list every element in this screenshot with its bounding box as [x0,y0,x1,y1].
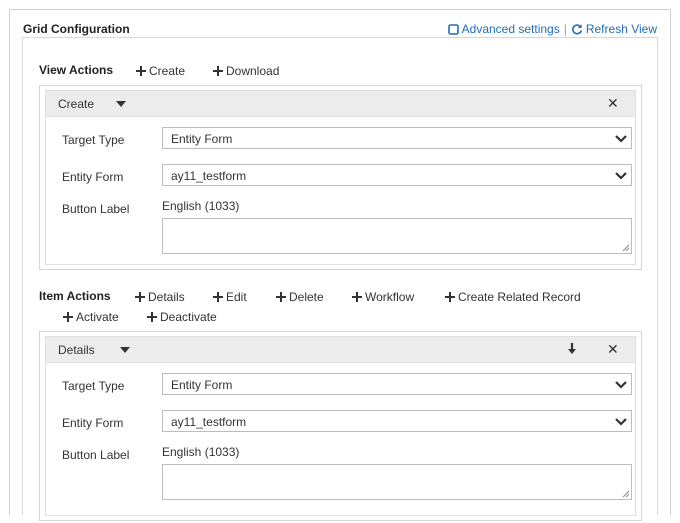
view-actions-label: View Actions [39,63,114,77]
button-label-label: Button Label [62,448,130,462]
chevron-down-icon [615,381,627,389]
target-type-value: Entity Form [171,378,233,392]
item-action-details-button[interactable]: Details [135,290,185,304]
plus-icon [213,66,223,76]
item-action-workflow-button[interactable]: Workflow [352,290,414,304]
panel-body: Target Type Entity Form Entity Form ay11… [45,363,636,516]
chevron-down-icon[interactable] [120,347,130,353]
resize-grip-icon[interactable] [622,490,630,498]
advanced-settings-label: Advanced settings [461,22,560,36]
target-type-value: Entity Form [171,132,233,146]
plus-icon [136,66,146,76]
item-action-edit-button[interactable]: Edit [213,290,247,304]
button-label-textarea[interactable] [162,218,632,254]
plus-icon [135,292,145,302]
panel-title: Details [58,343,95,357]
refresh-view-label: Refresh View [585,22,657,36]
chevron-down-icon [615,418,627,426]
entity-form-select[interactable]: ay11_testform [162,410,632,432]
item-action-label: Deactivate [160,310,217,324]
target-type-select[interactable]: Entity Form [162,373,632,395]
item-action-label: Edit [226,290,247,304]
item-action-delete-button[interactable]: Delete [276,290,324,304]
entity-form-value: ay11_testform [171,415,247,429]
panel-title: Create [58,97,95,111]
item-action-deactivate-button[interactable]: Deactivate [147,310,217,324]
checkbox-icon [447,24,459,35]
page-title: Grid Configuration [23,22,130,36]
plus-icon [213,292,223,302]
item-action-label: Workflow [365,290,415,304]
item-action-label: Create Related Record [458,290,581,304]
move-down-icon[interactable] [567,342,577,355]
language-label: English (1033) [162,199,240,213]
chevron-down-icon [615,172,627,180]
close-icon[interactable]: ✕ [607,341,619,358]
item-actions-label: Item Actions [39,289,111,303]
close-icon[interactable]: ✕ [607,95,619,112]
refresh-icon [571,24,582,35]
target-type-select[interactable]: Entity Form [162,127,632,149]
header-links: Advanced settings | Refresh View [447,22,657,36]
item-action-activate-button[interactable]: Activate [63,310,119,324]
item-action-panel-details: Details ✕ Target Type Entity Form Entity… [39,331,642,521]
plus-icon [445,292,455,302]
refresh-view-link[interactable]: Refresh View [571,22,657,36]
grid-configuration-body: View Actions Create Download Create ✕ Ta… [22,37,658,521]
link-separator: | [563,22,567,36]
plus-icon [276,292,286,302]
view-action-label: Create [149,64,186,78]
plus-icon [352,292,362,302]
grid-config-header: Grid Configuration Advanced settings | Ref… [23,20,659,38]
entity-form-value: ay11_testform [171,169,247,183]
target-type-label: Target Type [62,133,125,147]
item-action-create-related-record-button[interactable]: Create Related Record [445,290,581,304]
entity-form-label: Entity Form [62,416,124,430]
panel-header: Details ✕ [45,336,636,363]
plus-icon [147,312,157,322]
item-action-label: Delete [289,290,324,304]
view-action-download-button[interactable]: Download [213,64,279,78]
button-label-textarea[interactable] [162,464,632,500]
entity-form-label: Entity Form [62,170,124,184]
panel-header: Create ✕ [45,90,636,117]
chevron-down-icon [615,135,627,143]
plus-icon [63,312,73,322]
view-action-create-button[interactable]: Create [136,64,185,78]
target-type-label: Target Type [62,379,125,393]
advanced-settings-link[interactable]: Advanced settings [447,22,560,36]
view-action-label: Download [226,64,280,78]
item-action-label: Activate [76,310,119,324]
button-label-label: Button Label [62,202,130,216]
chevron-down-icon[interactable] [116,101,126,107]
view-action-panel-create: Create ✕ Target Type Entity Form Entity … [39,85,642,270]
language-label: English (1033) [162,445,240,459]
item-action-label: Details [148,290,185,304]
panel-body: Target Type Entity Form Entity Form ay11… [45,117,636,265]
resize-grip-icon[interactable] [622,244,630,252]
entity-form-select[interactable]: ay11_testform [162,164,632,186]
